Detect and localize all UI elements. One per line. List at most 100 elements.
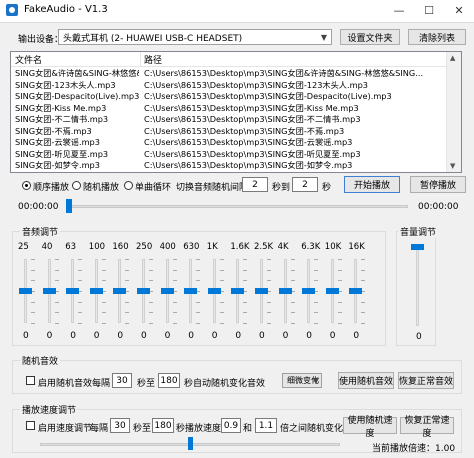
sequential-radio[interactable] — [22, 181, 31, 190]
vertical-scrollbar[interactable]: ▲ ▼ — [446, 52, 461, 172]
eq-tick — [267, 323, 271, 324]
file-list-table[interactable]: 文件名 路径 SING女团&许诗茵&SING-林悠悠&... C:\Users\8… — [10, 51, 462, 173]
speed-to-input[interactable]: 180 — [152, 418, 174, 433]
eq-tick — [243, 259, 248, 260]
speed-max-input[interactable]: 1.1 — [255, 418, 277, 433]
volume-track[interactable] — [416, 244, 419, 326]
random-radio[interactable] — [72, 181, 81, 190]
eq-tick — [219, 259, 224, 260]
set-folder-button[interactable]: 设置文件夹 — [340, 29, 400, 45]
eq-tick — [243, 301, 248, 303]
eq-tick — [196, 301, 201, 303]
random-from-input[interactable]: 30 — [112, 373, 132, 388]
random-label[interactable]: 随机播放 — [83, 180, 119, 193]
eq-slider-thumb[interactable] — [160, 288, 174, 294]
apply-random-effect-button[interactable]: 使用随机音效 — [338, 372, 394, 389]
speed-enable-label[interactable]: 启用速度调节 — [38, 421, 92, 434]
sequential-label[interactable]: 顺序播放 — [33, 180, 69, 193]
eq-slider-thumb[interactable] — [184, 288, 198, 294]
eq-tick — [243, 312, 248, 314]
single-loop-label[interactable]: 单曲循环 — [135, 180, 171, 193]
interval-from-input[interactable]: 2 — [242, 177, 268, 192]
eq-band-label: 1K — [206, 242, 218, 252]
eq-band-value: 0 — [211, 331, 218, 341]
eq-tick — [290, 280, 295, 282]
scroll-up-icon[interactable]: ▲ — [450, 54, 455, 62]
output-device-select[interactable]: 头戴式耳机 (2- HUAWEI USB-C HEADSET) ▼ — [58, 29, 332, 45]
maximize-button[interactable]: ☐ — [414, 0, 444, 22]
restore-normal-effect-button[interactable]: 恢复正常音效 — [398, 372, 454, 389]
table-row[interactable]: SING女团-不二情书.mp3 C:\Users\86153\Desktop\mp… — [11, 113, 449, 124]
eq-tick — [337, 301, 342, 303]
eq-tick — [196, 280, 201, 282]
speed-min-input[interactable]: 0.9 — [221, 418, 241, 433]
eq-tick — [172, 269, 177, 271]
eq-tick — [243, 269, 248, 271]
eq-tick — [314, 280, 319, 282]
eq-tick — [267, 312, 271, 314]
clear-list-button[interactable]: 清除列表 — [408, 29, 466, 45]
eq-slider-thumb[interactable] — [302, 288, 316, 294]
eq-slider-thumb[interactable] — [325, 288, 339, 294]
eq-band-value: 0 — [353, 331, 360, 341]
random-to-input[interactable]: 180 — [158, 373, 180, 388]
eq-tick — [101, 301, 106, 303]
table-row[interactable]: SING女团-Despacito(Live).mp3 C:\Users\86153… — [11, 90, 449, 101]
random-every-label: 每隔 — [92, 379, 111, 389]
eq-slider-thumb[interactable] — [349, 288, 363, 294]
eq-slider-thumb[interactable] — [113, 288, 127, 294]
eq-slider-thumb[interactable] — [19, 288, 32, 294]
progress-track[interactable] — [66, 205, 408, 208]
speed-from-input[interactable]: 30 — [110, 418, 130, 433]
speed-checkbox[interactable] — [26, 421, 35, 430]
restore-normal-speed-button[interactable]: 恢复正常速度 — [400, 416, 454, 439]
column-header-filename[interactable]: 文件名 — [15, 53, 42, 66]
pause-playback-button[interactable]: 暂停播放 — [410, 176, 466, 193]
start-playback-button[interactable]: 开始播放 — [344, 176, 400, 193]
table-row[interactable]: SING女团-不焉.mp3 C:\Users\86153\Desktop\mp3\… — [11, 125, 449, 136]
current-time: 00:00:00 — [18, 202, 59, 212]
random-effect-checkbox[interactable] — [26, 376, 35, 385]
eq-tick — [196, 323, 201, 324]
eq-slider-thumb[interactable] — [231, 288, 245, 294]
random-effect-enable-label[interactable]: 启用随机音效 — [38, 376, 92, 389]
column-divider[interactable] — [140, 52, 141, 66]
interval-to-input[interactable]: 2 — [292, 177, 318, 192]
eq-band-label: 100 — [88, 242, 106, 252]
table-row[interactable]: SING女团-Kiss Me.mp3 C:\Users\86153\Desktop… — [11, 102, 449, 113]
eq-slider-thumb[interactable] — [89, 288, 103, 294]
scroll-down-icon[interactable]: ▼ — [450, 162, 455, 170]
table-row[interactable]: SING女团&许诗茵&SING-林悠悠&... C:\Users\86153\De… — [11, 67, 449, 78]
close-button[interactable]: ✕ — [444, 0, 474, 22]
eq-slider-thumb[interactable] — [66, 288, 80, 294]
effect-mode-select[interactable]: 细微变化 ▼ — [282, 373, 322, 388]
eq-slider-thumb[interactable] — [137, 288, 150, 294]
eq-band-label: 63 — [65, 242, 77, 252]
progress-thumb[interactable] — [66, 199, 72, 213]
minimize-button[interactable]: — — [384, 0, 414, 22]
speed-thumb[interactable] — [187, 437, 193, 450]
eq-slider-thumb[interactable] — [207, 288, 221, 294]
eq-tick — [361, 269, 366, 271]
table-row[interactable]: SING女团-123木头人.mp3 C:\Users\86153\Desktop\… — [11, 79, 449, 90]
single-loop-radio[interactable] — [124, 181, 133, 190]
eq-tick — [196, 269, 201, 271]
eq-tick — [125, 323, 130, 324]
eq-tick — [54, 312, 59, 314]
volume-thumb[interactable] — [411, 244, 424, 250]
eq-tick — [101, 259, 106, 260]
apply-random-speed-button[interactable]: 使用随机速度 — [343, 416, 397, 439]
table-row[interactable]: SING女团-云裳谣.mp3 C:\Users\86153\Desktop\mp3… — [11, 136, 449, 147]
eq-slider-thumb[interactable] — [255, 288, 268, 294]
eq-tick — [149, 301, 153, 303]
eq-band-value: 0 — [117, 331, 124, 341]
eq-tick — [267, 280, 271, 282]
eq-slider-thumb[interactable] — [278, 288, 292, 294]
table-row[interactable]: SING女团-听见夏至.mp3 C:\Users\86153\Desktop\mp… — [11, 148, 449, 159]
column-header-path[interactable]: 路径 — [144, 53, 162, 66]
table-row[interactable]: SING女团-如梦令.mp3 C:\Users\86153\Desktop\mp3… — [11, 159, 449, 170]
eq-slider-thumb[interactable] — [42, 288, 56, 294]
eq-tick — [172, 312, 177, 314]
eq-tick — [125, 280, 130, 282]
random-to-label: 秒至 — [137, 379, 156, 389]
